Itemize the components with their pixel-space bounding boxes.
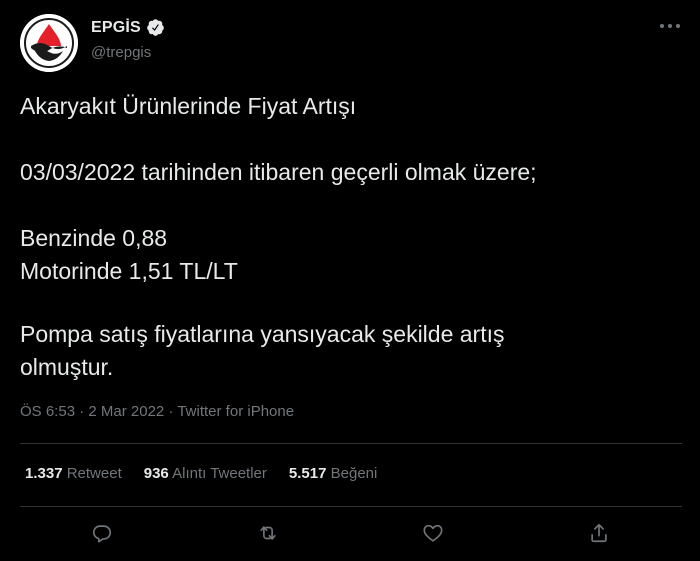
retweets-count: 1.337 [25,465,63,482]
avatar[interactable] [20,14,78,72]
reply-icon [92,525,112,543]
meta-separator: · [75,403,89,420]
tweet-text-line-3: Benzinde 0,88 [20,225,168,251]
tweet-text-line-5: Pompa satış fiyatlarına yansıyacak şekil… [20,321,505,347]
divider [20,506,682,507]
heart-icon [423,524,443,542]
meta-separator: · [164,403,178,420]
action-bar [0,518,700,550]
divider [20,443,682,444]
tweet-text-line-4: Motorinde 1,51 TL/LT [20,258,238,284]
tweet-text-line-1: Akaryakıt Ürünlerinde Fiyat Artışı [20,93,357,119]
handle[interactable]: @trepgis [91,44,151,61]
tweet-text-line-2: 03/03/2022 tarihinden itibaren geçerli o… [20,159,537,185]
like-button[interactable] [418,518,448,548]
more-icon[interactable] [658,20,682,38]
tweet-source[interactable]: Twitter for iPhone [177,403,294,420]
likes-count: 5.517 [288,465,327,482]
retweet-button[interactable] [253,518,283,548]
tweet-stats: 1.337 Retweet 936 Alıntı Tweetler 5.517 … [25,465,377,482]
verified-badge-icon [146,18,165,37]
display-name[interactable]: EPGİS [91,19,141,37]
quotes-stat[interactable]: 936 Alıntı Tweetler [144,465,267,482]
retweet-icon [260,526,276,540]
likes-label: Beğeni [330,465,378,482]
quotes-label: Alıntı Tweetler [172,465,267,482]
reply-button[interactable] [87,518,117,548]
likes-stat[interactable]: 5.517 Beğeni [289,465,377,482]
tweet-time[interactable]: ÖS 6:53 [20,403,75,420]
retweets-label: Retweet [66,465,122,482]
tweet-meta: ÖS 6:53 · 2 Mar 2022 · Twitter for iPhon… [20,403,294,420]
epgis-logo-icon [20,14,78,72]
share-button[interactable] [584,518,614,548]
quotes-count: 936 [143,465,169,482]
share-icon [591,523,607,543]
tweet-text-line-6: olmuştur. [20,354,114,380]
tweet-date[interactable]: 2 Mar 2022 [88,403,164,420]
retweets-stat[interactable]: 1.337 Retweet [25,465,122,482]
